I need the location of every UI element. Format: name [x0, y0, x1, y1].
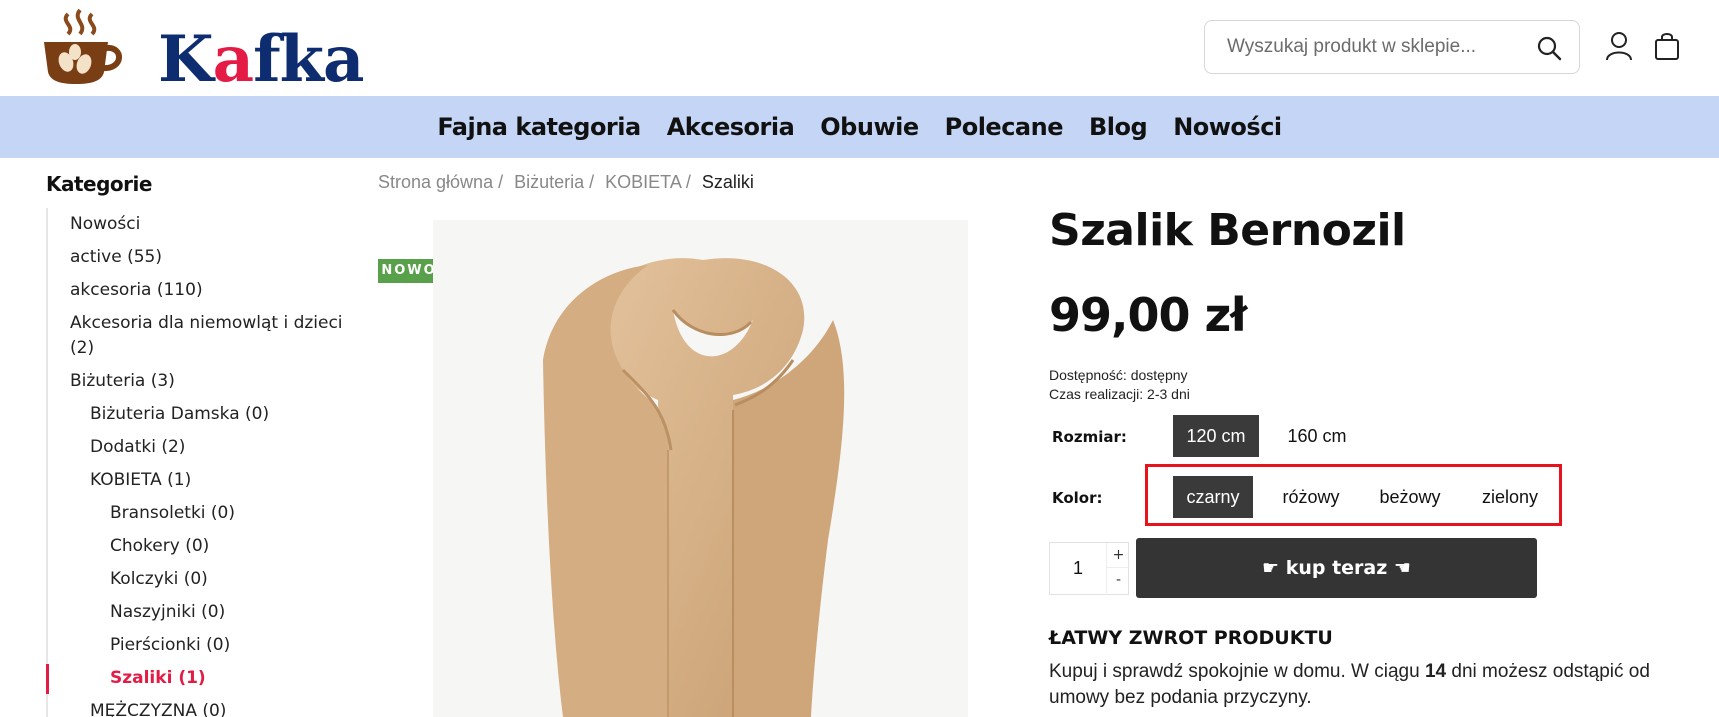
color-option-bezowy[interactable]: beżowy — [1368, 476, 1452, 518]
quantity-stepper: 1 + - — [1049, 542, 1130, 595]
category-item-akcesoria-dla-niemowlat[interactable]: Akcesoria dla niemowląt i dzieci (2) — [48, 307, 346, 365]
nav-item-akcesoria[interactable]: Akcesoria — [654, 113, 808, 141]
breadcrumb-home[interactable]: Strona główna / — [378, 172, 503, 192]
site-header: Kafka — [0, 0, 1719, 97]
color-option-czarny[interactable]: czarny — [1173, 476, 1253, 518]
buy-now-button[interactable]: ☛ kup teraz ☚ — [1136, 538, 1537, 598]
nav-item-obuwie[interactable]: Obuwie — [807, 113, 931, 141]
category-item-chokery[interactable]: Chokery (0) — [48, 530, 346, 563]
color-option-rozowy[interactable]: różowy — [1269, 476, 1353, 518]
size-option-160[interactable]: 160 cm — [1273, 415, 1361, 457]
category-sidebar: Kategorie Nowości active (55) akcesoria … — [46, 172, 346, 717]
color-option-zielony[interactable]: zielony — [1468, 476, 1552, 518]
category-item-kobieta[interactable]: KOBIETA (1) — [48, 464, 346, 497]
product-image[interactable] — [433, 220, 968, 717]
user-account-icon[interactable] — [1603, 30, 1635, 62]
size-label: Rozmiar: — [1052, 428, 1127, 446]
category-item-akcesoria[interactable]: akcesoria (110) — [48, 274, 346, 307]
search-input[interactable] — [1227, 21, 1517, 73]
breadcrumb: Strona główna / Biżuteria / KOBIETA / Sz… — [378, 172, 760, 193]
category-item-pierscionki[interactable]: Pierścionki (0) — [48, 629, 346, 662]
quantity-input[interactable]: 1 — [1050, 543, 1106, 594]
return-policy-text: Kupuj i sprawdź spokojnie w domu. W ciąg… — [1049, 661, 1650, 708]
category-item-szaliki[interactable]: Szaliki (1) — [46, 662, 346, 695]
breadcrumb-kobieta[interactable]: KOBIETA / — [605, 172, 691, 192]
category-item-active[interactable]: active (55) — [48, 241, 346, 274]
logo[interactable]: Kafka — [38, 8, 364, 97]
main-navigation: Fajna kategoria Akcesoria Obuwie Polecan… — [0, 96, 1719, 158]
availability-text: Dostępność: dostępny — [1049, 367, 1188, 383]
nav-item-blog[interactable]: Blog — [1076, 113, 1160, 141]
logo-wordmark: Kafka — [158, 22, 364, 97]
lead-time-text: Czas realizacji: 2-3 dni — [1049, 386, 1190, 402]
search-icon[interactable] — [1535, 34, 1563, 62]
sidebar-title: Kategorie — [46, 172, 152, 196]
category-item-naszyjniki[interactable]: Naszyjniki (0) — [48, 596, 346, 629]
category-item-mezczyzna[interactable]: MĘŻCZYZNA (0) — [48, 695, 346, 717]
color-label: Kolor: — [1052, 489, 1103, 507]
product-title: Szalik Bernozil — [1049, 205, 1406, 256]
coffee-cup-icon — [44, 8, 122, 84]
quantity-increase-button[interactable]: + — [1106, 543, 1130, 568]
quantity-decrease-button[interactable]: - — [1106, 568, 1130, 593]
breadcrumb-bizuteria[interactable]: Biżuteria / — [514, 172, 594, 192]
return-policy-title: ŁATWY ZWROT PRODUKTU — [1049, 627, 1333, 649]
search-box — [1204, 20, 1580, 74]
category-item-bransoletki[interactable]: Bransoletki (0) — [48, 497, 346, 530]
category-item-bizuteria-damska[interactable]: Biżuteria Damska (0) — [48, 398, 346, 431]
nav-item-nowosci[interactable]: Nowości — [1160, 113, 1294, 141]
category-item-dodatki[interactable]: Dodatki (2) — [48, 431, 346, 464]
category-item-nowosci[interactable]: Nowości — [48, 208, 346, 241]
product-price: 99,00 zł — [1049, 288, 1247, 342]
nav-item-polecane[interactable]: Polecane — [932, 113, 1076, 141]
category-item-bizuteria[interactable]: Biżuteria (3) — [48, 365, 346, 398]
scarf-image — [543, 258, 845, 717]
shopping-bag-icon[interactable] — [1651, 30, 1683, 62]
size-option-120[interactable]: 120 cm — [1173, 415, 1259, 457]
breadcrumb-current: Szaliki — [701, 172, 754, 192]
category-list: Nowości active (55) akcesoria (110) Akce… — [46, 208, 346, 717]
nav-item-fajna-kategoria[interactable]: Fajna kategoria — [424, 113, 653, 141]
availability-info: Dostępność: dostępny Czas realizacji: 2-… — [1049, 366, 1190, 404]
category-item-kolczyki[interactable]: Kolczyki (0) — [48, 563, 346, 596]
